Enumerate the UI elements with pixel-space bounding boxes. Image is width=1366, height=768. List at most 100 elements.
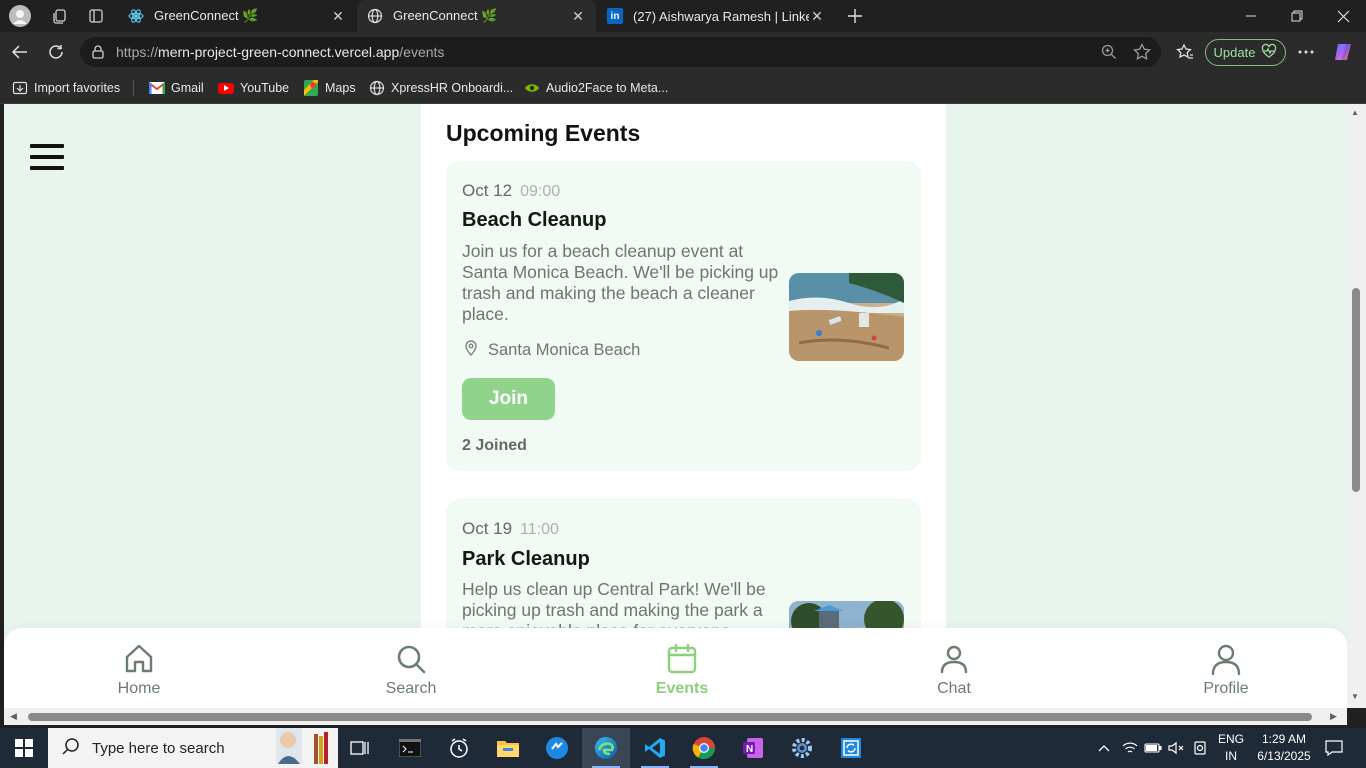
url-text: https://mern-project-green-connect.verce… xyxy=(116,44,445,60)
restore-icon[interactable] xyxy=(1274,0,1320,32)
bookmark-audio2face[interactable]: Audio2Face to Meta... xyxy=(524,72,668,104)
bookmark-youtube[interactable]: YouTube xyxy=(218,72,289,104)
event-card: Oct 12 09:00 Beach Cleanup Join us for a … xyxy=(446,161,921,471)
new-tab-icon[interactable] xyxy=(844,5,866,27)
bookmark-gmail[interactable]: Gmail xyxy=(149,72,204,104)
page-viewport: Upcoming Events Oct 12 09:00 Beach Cleanu… xyxy=(4,104,1347,708)
language-indicator[interactable]: ENG IN xyxy=(1216,731,1246,765)
nav-profile[interactable]: Profile xyxy=(1166,642,1286,698)
youtube-icon xyxy=(218,82,234,94)
maps-icon xyxy=(303,80,319,96)
more-options-icon[interactable] xyxy=(1294,40,1318,64)
scroll-down-arrow-icon[interactable]: ▼ xyxy=(1351,692,1359,701)
tab-greenconnect-1[interactable]: GreenConnect 🌿 ✕ xyxy=(118,0,356,32)
back-arrow-icon[interactable] xyxy=(8,40,32,64)
calendar-icon xyxy=(667,643,697,674)
scroll-up-arrow-icon[interactable]: ▲ xyxy=(1351,108,1359,117)
joined-count: 2 Joined xyxy=(462,437,527,454)
scroll-right-arrow-icon[interactable]: ▶ xyxy=(1330,711,1337,722)
nav-home[interactable]: Home xyxy=(79,642,199,698)
volume-muted-icon[interactable] xyxy=(1165,728,1187,768)
task-view-icon[interactable] xyxy=(336,728,384,768)
battery-icon[interactable] xyxy=(1142,728,1164,768)
close-tab-icon[interactable]: ✕ xyxy=(809,8,825,25)
terminal-icon[interactable] xyxy=(386,728,434,768)
bookmark-label: XpressHR Onboardi... xyxy=(391,81,514,95)
bookmark-label: Gmail xyxy=(171,81,204,95)
favorite-star-icon[interactable] xyxy=(1130,40,1154,64)
close-window-icon[interactable] xyxy=(1320,0,1366,32)
remote-desktop-icon[interactable] xyxy=(827,728,875,768)
svg-text:N: N xyxy=(746,744,753,755)
minimize-icon[interactable] xyxy=(1228,0,1274,32)
horizontal-scrollbar[interactable]: ◀ ▶ xyxy=(4,708,1347,725)
vertical-scrollbar[interactable]: ▲ ▼ xyxy=(1347,104,1366,708)
globe-icon xyxy=(369,80,385,96)
vertical-scroll-thumb[interactable] xyxy=(1352,288,1360,492)
nav-label: Profile xyxy=(1203,680,1249,697)
nav-search[interactable]: Search xyxy=(351,642,471,698)
bookmark-divider xyxy=(133,80,134,96)
bookmark-maps[interactable]: Maps xyxy=(303,72,356,104)
import-icon xyxy=(12,80,28,96)
tab-actions-icon[interactable] xyxy=(85,5,107,27)
refresh-icon[interactable] xyxy=(44,40,68,64)
edge-browser-icon[interactable] xyxy=(582,728,630,768)
taskbar-search-box[interactable]: Type here to search xyxy=(48,728,338,768)
taskbar-clock[interactable]: 1:29 AM 6/13/2025 xyxy=(1254,731,1314,765)
heart-pulse-icon xyxy=(1261,43,1277,62)
app-icon-blue[interactable] xyxy=(533,728,581,768)
react-icon xyxy=(128,8,144,24)
tab-linkedin[interactable]: in (27) Aishwarya Ramesh | LinkedIn ✕ xyxy=(597,0,835,32)
bookmarks-bar: Import favorites Gmail YouTube Maps Xpre… xyxy=(0,72,1366,104)
tab-title: GreenConnect 🌿 xyxy=(154,8,259,23)
page-title: Upcoming Events xyxy=(446,120,641,146)
taskbar-search-placeholder: Type here to search xyxy=(92,739,225,757)
zoom-icon[interactable] xyxy=(1097,40,1121,64)
settings-gear-icon[interactable] xyxy=(778,728,826,768)
linkedin-icon: in xyxy=(607,8,623,24)
tab-greenconnect-2[interactable]: GreenConnect 🌿 ✕ xyxy=(357,0,596,32)
search-highlight-icon xyxy=(270,726,330,768)
favorites-icon[interactable] xyxy=(1173,40,1197,64)
workspaces-icon[interactable] xyxy=(49,5,71,27)
event-date-text: Oct 19 xyxy=(462,519,513,538)
close-tab-icon[interactable]: ✕ xyxy=(330,8,346,25)
address-bar[interactable]: https://mern-project-green-connect.verce… xyxy=(80,37,1161,67)
horizontal-scroll-thumb[interactable] xyxy=(28,713,1312,721)
clock-app-icon[interactable] xyxy=(435,728,483,768)
update-button[interactable]: Update xyxy=(1205,39,1286,66)
device-icon[interactable] xyxy=(1189,728,1211,768)
language-code: ENG xyxy=(1217,732,1244,746)
location-pin-icon xyxy=(462,339,480,362)
onenote-icon[interactable]: N xyxy=(729,728,777,768)
bookmark-xpresshr[interactable]: XpressHR Onboardi... xyxy=(369,72,513,104)
hamburger-menu-icon[interactable] xyxy=(30,140,64,174)
event-image-beach xyxy=(789,273,904,361)
vscode-icon[interactable] xyxy=(631,728,679,768)
show-hidden-icons-chevron-up-icon[interactable] xyxy=(1093,728,1115,768)
bookmark-label: YouTube xyxy=(240,81,290,95)
copilot-icon[interactable] xyxy=(1331,40,1355,64)
update-label: Update xyxy=(1213,45,1256,60)
event-date-text: Oct 12 xyxy=(462,181,513,200)
nav-chat[interactable]: Chat xyxy=(894,642,1014,698)
event-time: 11:00 xyxy=(520,521,559,538)
chrome-icon[interactable] xyxy=(680,728,728,768)
bookmark-label: Audio2Face to Meta... xyxy=(546,81,669,95)
windows-start-icon[interactable] xyxy=(0,728,48,768)
nav-events[interactable]: Events xyxy=(622,642,742,698)
file-explorer-icon[interactable] xyxy=(484,728,532,768)
user-icon xyxy=(940,645,968,674)
lock-icon[interactable] xyxy=(90,44,106,60)
wifi-icon[interactable] xyxy=(1119,728,1141,768)
close-tab-icon[interactable]: ✕ xyxy=(570,8,586,25)
event-time: 09:00 xyxy=(520,183,561,200)
profile-avatar-icon[interactable] xyxy=(9,5,31,27)
join-button[interactable]: Join xyxy=(462,378,555,420)
tab-title: (27) Aishwarya Ramesh | LinkedIn xyxy=(633,8,809,24)
browser-toolbar: https://mern-project-green-connect.verce… xyxy=(0,32,1366,72)
scroll-left-arrow-icon[interactable]: ◀ xyxy=(10,711,17,722)
bookmark-import-favorites[interactable]: Import favorites xyxy=(12,72,120,104)
notifications-icon[interactable] xyxy=(1320,728,1348,768)
